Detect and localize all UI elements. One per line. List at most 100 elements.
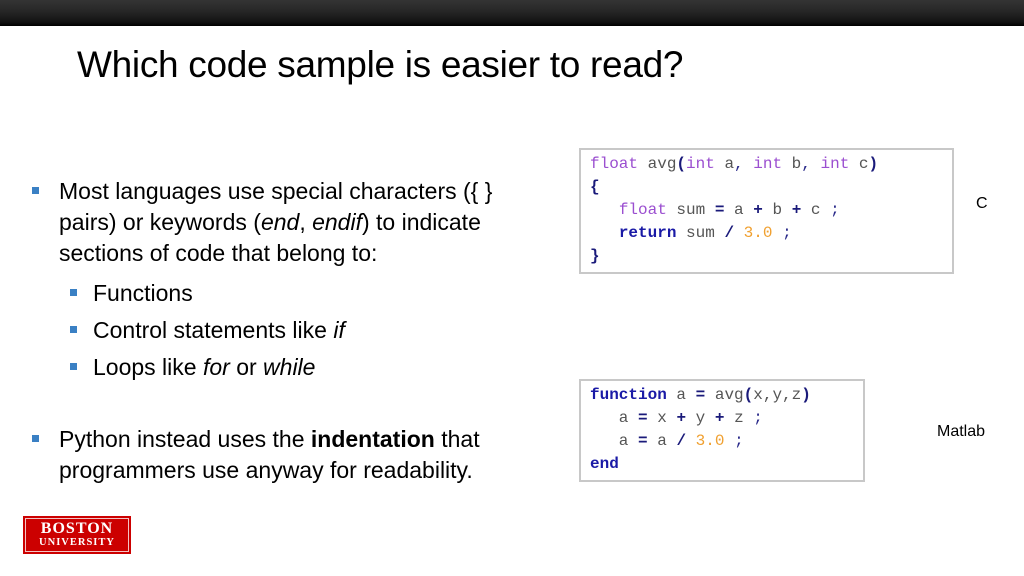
bullet-text: Python instead uses the indentation that… <box>59 426 480 483</box>
sub-bullet-item: Control statements like if <box>67 312 550 349</box>
text-segment: if <box>333 317 345 343</box>
code-token: = <box>695 386 706 404</box>
language-label-matlab: Matlab <box>937 423 986 440</box>
code-token: = <box>638 409 648 427</box>
code-token: function <box>590 386 667 404</box>
bullet-marker-icon <box>32 187 39 194</box>
code-line: } <box>590 245 944 268</box>
code-token: ; <box>830 201 840 219</box>
code-token: int <box>753 155 783 173</box>
bullet-marker-icon <box>70 363 77 370</box>
code-token: x <box>647 409 677 427</box>
code-token: float <box>618 201 667 219</box>
code-token: sum <box>666 201 715 219</box>
code-token: int <box>686 155 715 173</box>
code-token: a <box>590 409 639 427</box>
text-segment: Functions <box>93 280 193 306</box>
sub-bullet-item: Functions <box>67 275 550 312</box>
code-token: ; <box>782 224 792 242</box>
code-token: , <box>734 155 744 173</box>
text-segment: indentation <box>310 426 435 452</box>
text-segment: , <box>299 209 313 235</box>
code-token: a <box>590 432 639 450</box>
code-token: sum <box>676 224 725 242</box>
bullet-text: Most languages use special characters ({… <box>59 178 492 266</box>
sub-bullet-text: Loops like for or while <box>93 354 315 380</box>
code-token: float <box>590 155 639 173</box>
bullet-item: Python instead uses the indentation that… <box>30 424 550 486</box>
code-token: b <box>782 155 802 173</box>
text-segment: Control statements like <box>93 317 334 343</box>
code-token: 3.0 <box>695 432 725 450</box>
code-token: c <box>801 201 831 219</box>
code-token: int <box>820 155 850 173</box>
code-token: ; <box>753 409 763 427</box>
code-token: ) <box>801 386 811 404</box>
code-token: , <box>801 155 811 173</box>
bullet-item: Most languages use special characters ({… <box>30 176 550 386</box>
bullet-list: Most languages use special characters ({… <box>30 176 550 486</box>
code-token: = <box>638 432 648 450</box>
code-line: function a = avg(x,y,z) <box>590 384 855 407</box>
code-token: a <box>714 155 735 173</box>
slide-title: Which code sample is easier to read? <box>77 44 684 85</box>
code-token: ; <box>734 432 744 450</box>
code-token: / <box>676 432 687 450</box>
bullet-marker-icon <box>70 289 77 296</box>
code-token: end <box>590 455 619 473</box>
code-token: + <box>753 201 763 219</box>
code-sample-c: float avg(int a, int b, int c){ float su… <box>579 148 954 274</box>
code-line: return sum / 3.0 ; <box>590 222 944 245</box>
text-segment: or <box>229 354 264 380</box>
code-token: a <box>666 386 696 404</box>
code-token: ( <box>743 386 754 404</box>
text-segment: end <box>260 209 300 235</box>
code-token: a <box>647 432 677 450</box>
sub-bullet-text: Control statements like if <box>93 317 345 343</box>
code-token: a <box>724 201 754 219</box>
code-token: / <box>724 224 735 242</box>
code-token: + <box>791 201 802 219</box>
code-token: return <box>618 224 677 242</box>
bullet-marker-icon <box>70 326 77 333</box>
text-segment: Python instead uses the <box>59 426 311 452</box>
code-token: avg <box>705 386 744 404</box>
code-token: ) <box>868 155 879 173</box>
code-token: b <box>762 201 792 219</box>
code-line: float avg(int a, int b, int c) <box>590 153 944 176</box>
code-token: c <box>849 155 869 173</box>
code-token: { <box>590 178 600 196</box>
code-token: ( <box>676 155 687 173</box>
sub-bullet-text: Functions <box>93 280 193 306</box>
code-token: avg <box>638 155 677 173</box>
bullet-marker-icon <box>32 435 39 442</box>
logo-line-1: BOSTON <box>40 520 114 537</box>
code-token: y <box>686 409 715 427</box>
sub-bullet-list: Functions Control statements like if Loo… <box>59 275 550 386</box>
code-line: end <box>590 453 855 476</box>
top-bar <box>0 0 1024 26</box>
code-token: z <box>724 409 754 427</box>
code-line: a = a / 3.0 ; <box>590 430 855 453</box>
text-segment: endif <box>312 209 362 235</box>
language-label-c: C <box>976 195 988 212</box>
text-segment: while <box>263 354 316 380</box>
code-token: + <box>676 409 687 427</box>
code-sample-matlab: function a = avg(x,y,z) a = x + y + z ; … <box>579 379 865 482</box>
text-segment: for <box>202 354 230 380</box>
code-token: 3.0 <box>743 224 773 242</box>
code-token: } <box>590 247 600 265</box>
slide: Which code sample is easier to read? Mos… <box>0 0 1024 576</box>
sub-bullet-item: Loops like for or while <box>67 349 550 386</box>
code-line: float sum = a + b + c ; <box>590 199 944 222</box>
logo-line-2: UNIVERSITY <box>39 537 115 548</box>
code-token: = <box>714 201 725 219</box>
code-token: x,y,z <box>753 386 802 404</box>
